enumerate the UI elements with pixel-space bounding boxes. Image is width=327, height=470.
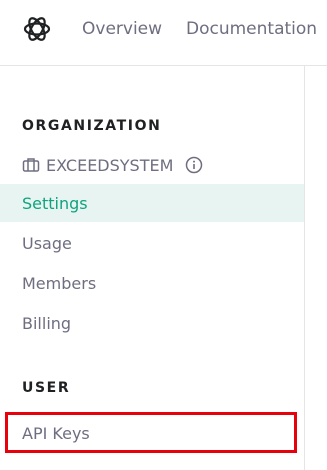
sidebar-item-billing[interactable]: Billing	[0, 304, 304, 342]
sidebar-item-members[interactable]: Members	[0, 264, 304, 302]
sidebar-item-settings[interactable]: Settings	[0, 184, 304, 222]
user-section-header: USER	[22, 380, 71, 396]
sidebar-item-label: Billing	[22, 313, 72, 333]
briefcase-icon	[22, 156, 40, 174]
page: Overview Documentation ORGANIZATION EXCE…	[0, 0, 327, 470]
openai-logo-icon[interactable]	[22, 14, 52, 44]
sidebar: ORGANIZATION EXCEEDSYSTEM Settings Usage…	[0, 66, 305, 470]
organization-name: EXCEEDSYSTEM	[46, 155, 174, 175]
organization-section-header: ORGANIZATION	[22, 118, 162, 134]
nav-link-documentation[interactable]: Documentation	[186, 19, 317, 39]
sidebar-item-label: Members	[22, 273, 97, 293]
sidebar-item-label: Settings	[22, 193, 88, 213]
sidebar-item-label: Usage	[22, 233, 72, 253]
nav-link-overview[interactable]: Overview	[82, 19, 162, 39]
sidebar-item-usage[interactable]: Usage	[0, 224, 304, 262]
organization-name-row[interactable]: EXCEEDSYSTEM	[22, 154, 203, 176]
highlight-annotation-box	[5, 412, 297, 453]
info-icon[interactable]	[185, 156, 203, 174]
top-navigation: Overview Documentation	[0, 0, 327, 66]
